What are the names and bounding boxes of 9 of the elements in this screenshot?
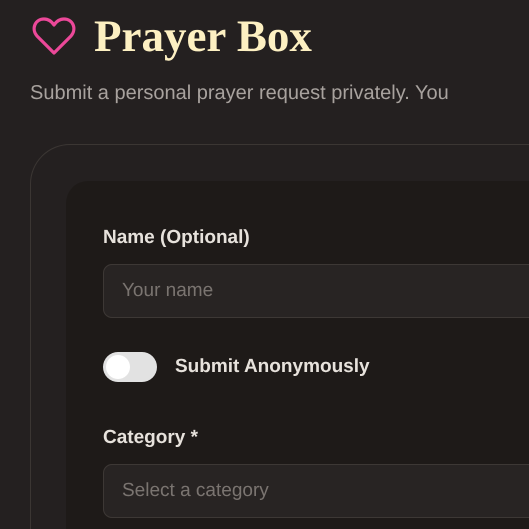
toggle-switch[interactable]	[103, 352, 157, 382]
field-label: Name (Optional)	[103, 226, 251, 250]
heart-icon	[32, 16, 76, 56]
field-label: Category *	[103, 426, 200, 450]
name-field[interactable]: Your name	[103, 264, 529, 318]
page-subtitle: Submit a personal prayer request privately. You	[30, 81, 450, 106]
page-title: Prayer Box	[94, 10, 312, 62]
toggle-label: Submit Anonymously	[175, 355, 370, 379]
select-field[interactable]: Select a category	[103, 464, 529, 518]
